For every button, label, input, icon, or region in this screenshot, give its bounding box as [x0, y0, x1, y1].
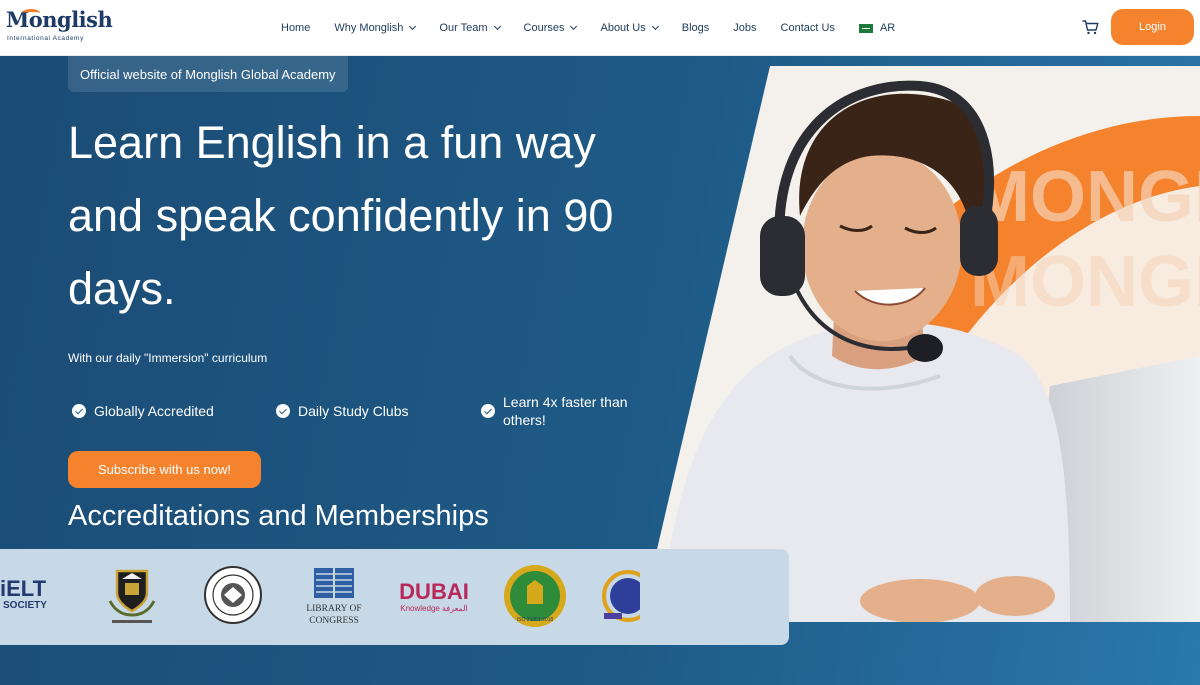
- nav-about-us-label: About Us: [600, 22, 646, 34]
- nav-home[interactable]: Home: [281, 22, 310, 34]
- chevron-down-icon: [651, 22, 659, 31]
- main-nav: Home Why Monglish Our Team Courses About…: [281, 0, 919, 56]
- nav-courses[interactable]: Courses: [523, 22, 578, 34]
- chevron-down-icon: [493, 22, 501, 31]
- nav-about-us[interactable]: About Us: [600, 22, 659, 34]
- feature-globally-accredited: Globally Accredited: [72, 402, 214, 420]
- nav-contact-us-label: Contact Us: [780, 22, 835, 34]
- nav-home-label: Home: [281, 22, 311, 34]
- logo-subtitle: International Academy: [7, 35, 84, 42]
- feature-daily-study-clubs: Daily Study Clubs: [276, 402, 409, 420]
- ielt-society-logo: iELT SOCIETY: [0, 576, 47, 611]
- svg-text:LIBRARY OF: LIBRARY OF: [306, 604, 361, 614]
- check-circle-icon: [72, 404, 86, 418]
- svg-text:iELT: iELT: [0, 576, 47, 601]
- crest-logo: [108, 569, 156, 623]
- site-header: Monglish International Academy Home Why …: [0, 0, 1200, 56]
- svg-text:Knowledge المعرفة: Knowledge المعرفة: [400, 604, 467, 613]
- accreditations-title: Accreditations and Memberships: [68, 500, 489, 532]
- feature-learn-faster: Learn 4x faster than others!: [481, 393, 628, 429]
- partial-logo: [602, 570, 640, 622]
- feature-label: Learn 4x faster than others!: [503, 393, 628, 429]
- chevron-down-icon: [570, 22, 578, 31]
- hero-headline-line-2: and speak confidently in 90: [68, 190, 614, 241]
- nav-why-monglish[interactable]: Why Monglish: [334, 22, 417, 34]
- language-label: AR: [879, 22, 896, 34]
- nav-our-team-label: Our Team: [439, 22, 488, 34]
- monglish-logo[interactable]: Monglish International Academy: [6, 7, 113, 47]
- library-of-congress-logo: LIBRARY OF CONGRESS: [306, 568, 362, 626]
- watermark-text-2: MONGLISH: [970, 242, 1200, 322]
- dubai-knowledge-logo: DUBAI Knowledge المعرفة: [400, 579, 468, 613]
- nav-why-monglish-label: Why Monglish: [334, 22, 404, 34]
- check-circle-icon: [481, 404, 495, 418]
- nav-blogs[interactable]: Blogs: [682, 22, 710, 34]
- check-circle-icon: [276, 404, 290, 418]
- watermark-text: MONGLISH: [970, 157, 1200, 237]
- svg-text:ISO 21001:2018: ISO 21001:2018: [517, 617, 554, 623]
- hero-headline-line-1: Learn English in a fun way: [68, 117, 596, 168]
- cart-icon[interactable]: [1082, 19, 1099, 35]
- hero-headline: Learn English in a fun way and speak con…: [68, 106, 668, 325]
- login-button[interactable]: Login: [1111, 9, 1194, 45]
- feature-label-line-1: Learn 4x faster than: [503, 394, 628, 410]
- nav-our-team[interactable]: Our Team: [439, 22, 501, 34]
- feature-label-line-2: others!: [503, 412, 546, 428]
- saudi-flag-icon: [858, 23, 873, 33]
- seal-logo: [204, 566, 262, 624]
- chevron-down-icon: [409, 22, 417, 31]
- nav-blogs-label: Blogs: [681, 22, 710, 34]
- svg-text:CONGRESS: CONGRESS: [309, 616, 359, 626]
- accreditations-strip: iELT SOCIETY LIBRARY OF CONGRESS DUBAI K…: [0, 549, 789, 645]
- official-website-badge: Official website of Monglish Global Acad…: [68, 56, 348, 92]
- iso-logo: ISO 21001:2018: [504, 565, 566, 627]
- feature-label: Daily Study Clubs: [298, 403, 409, 419]
- nav-contact-us[interactable]: Contact Us: [781, 22, 835, 34]
- subscribe-button[interactable]: Subscribe with us now!: [68, 451, 261, 488]
- nav-jobs[interactable]: Jobs: [733, 22, 756, 34]
- hero-section: MONGLISH MONGLISH: [0, 56, 1200, 685]
- nav-courses-label: Courses: [523, 22, 565, 34]
- hero-student-illustration: MONGLISH MONGLISH: [640, 66, 1200, 622]
- nav-jobs-label: Jobs: [733, 22, 757, 34]
- hero-headline-line-3: days.: [68, 263, 176, 314]
- svg-text:SOCIETY: SOCIETY: [3, 600, 47, 611]
- logo-swoosh-icon: [22, 9, 40, 17]
- hero-subline: With our daily "Immersion" curriculum: [68, 351, 268, 365]
- language-switch[interactable]: AR: [858, 22, 896, 34]
- svg-text:DUBAI: DUBAI: [400, 579, 468, 604]
- feature-label: Globally Accredited: [94, 403, 214, 419]
